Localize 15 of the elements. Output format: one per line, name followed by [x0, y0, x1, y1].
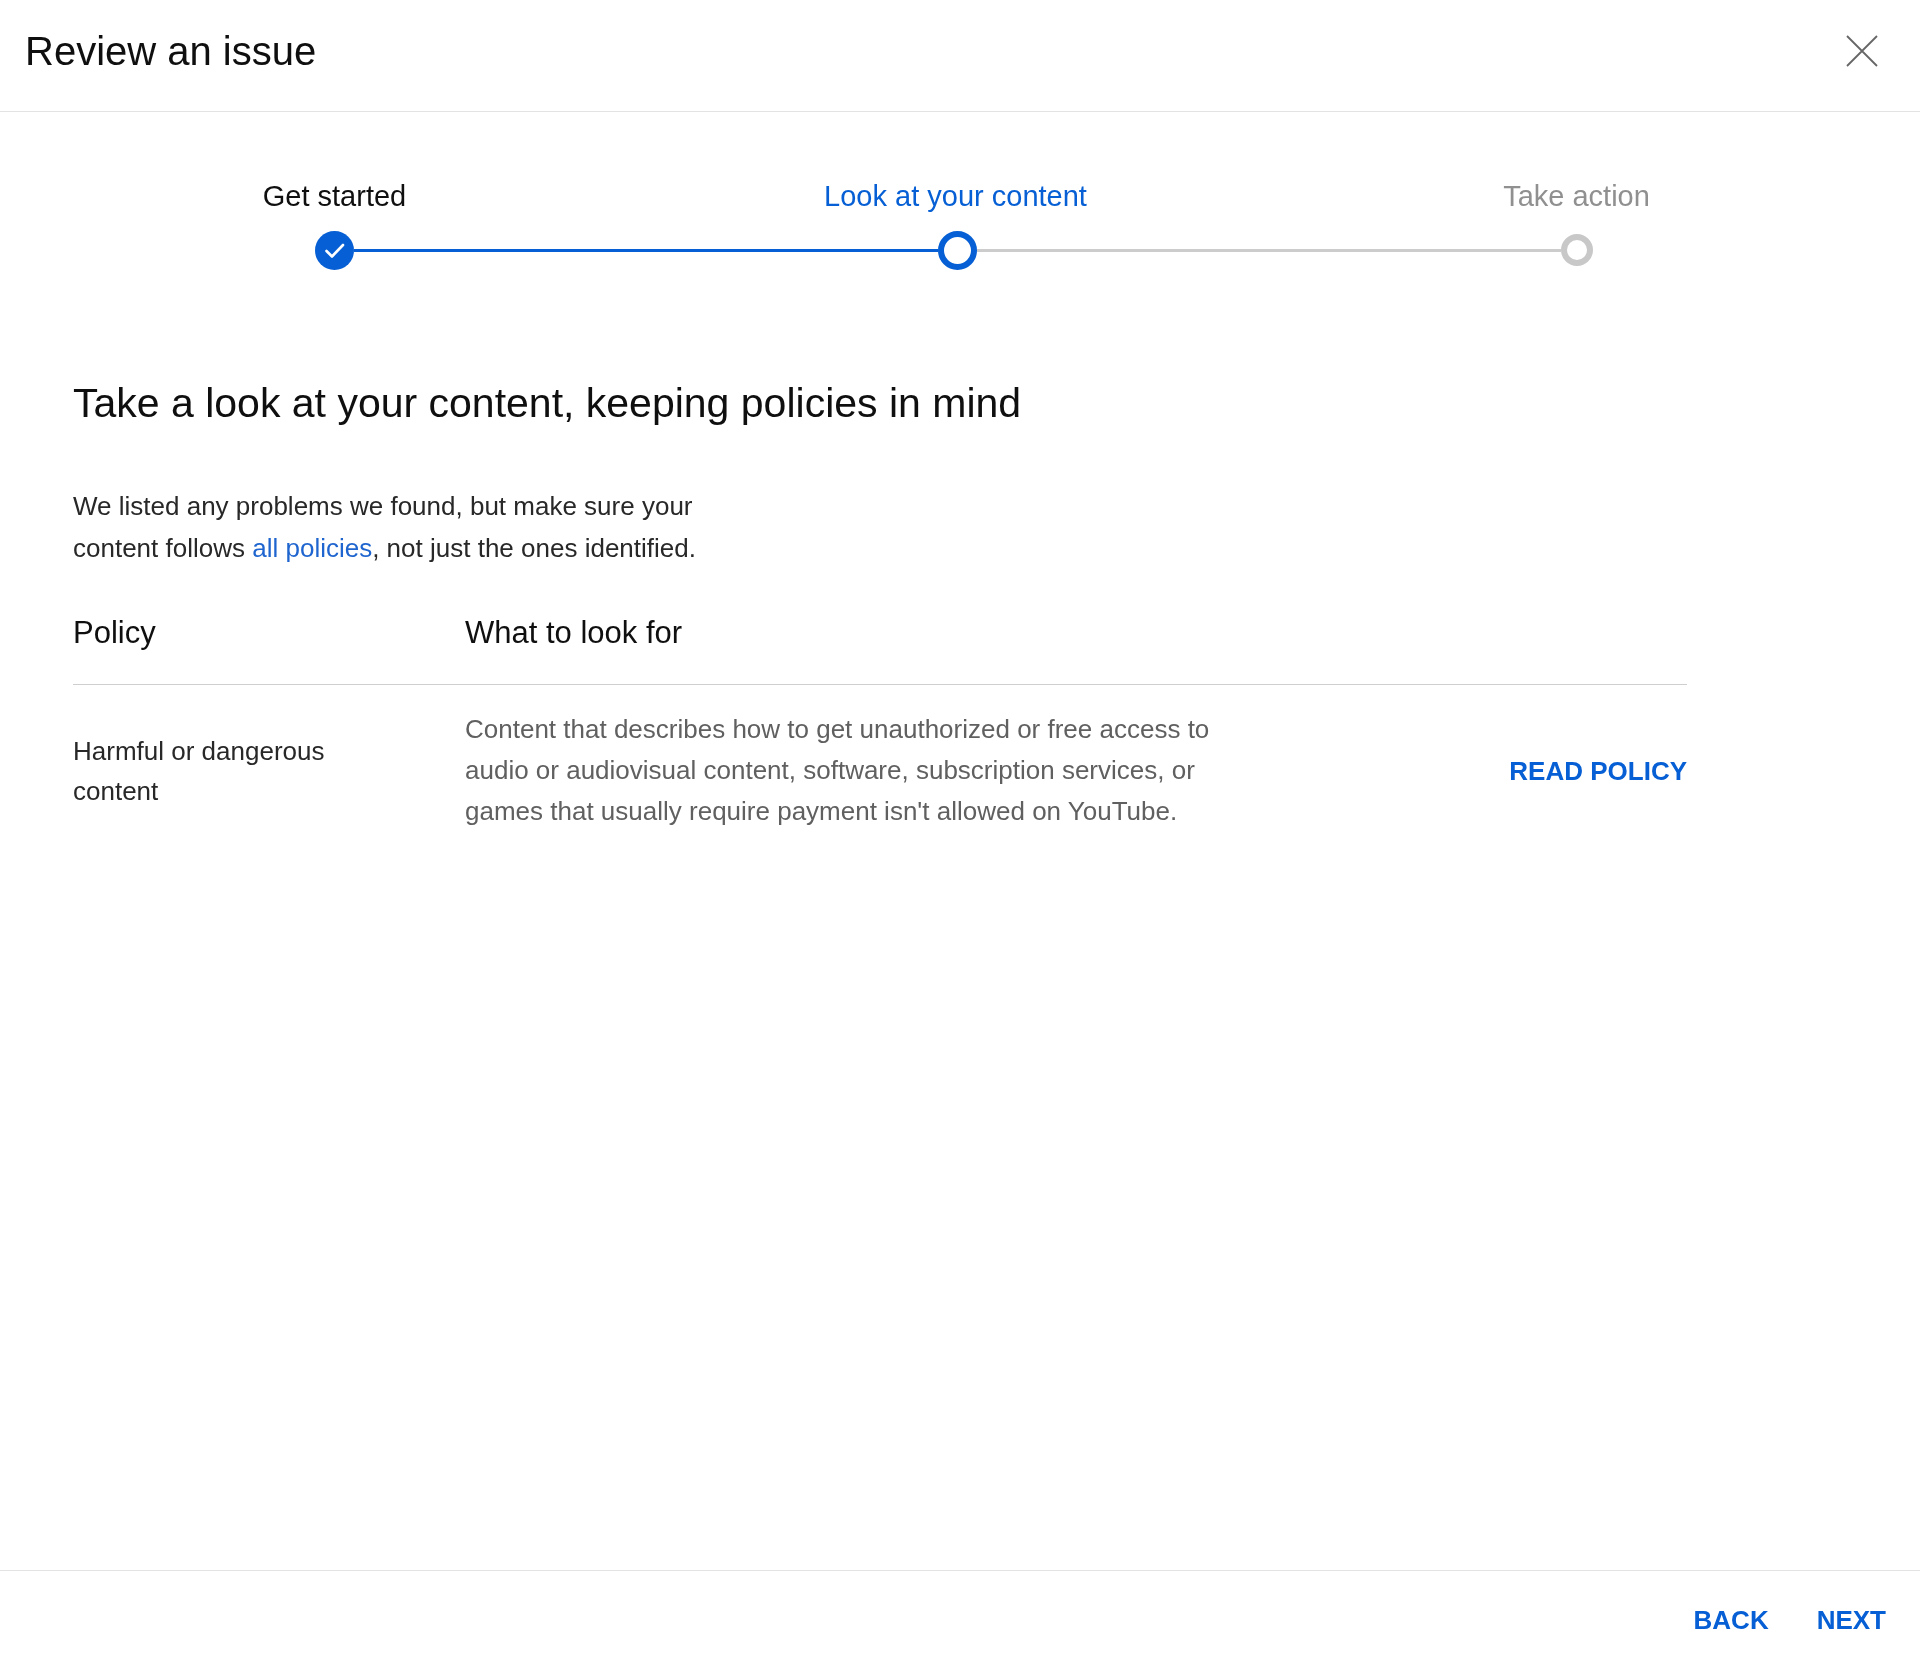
close-icon: [1846, 34, 1878, 67]
all-policies-link[interactable]: all policies: [252, 533, 373, 563]
footer-button[interactable]: BACK: [1681, 1597, 1781, 1643]
column-header: Policy: [73, 614, 156, 652]
section-heading: Take a look at your content, keeping policies in mind: [73, 379, 1023, 427]
step-label: Look at your content: [824, 180, 1087, 212]
footer-button[interactable]: NEXT: [1804, 1597, 1898, 1643]
intro-paragraph: We listed any problems we found, but make sure your content follows all policies, not just the ones identified.: [73, 490, 697, 565]
read-policy-button[interactable]: READ POLICY: [1509, 754, 1687, 787]
dialog-title: Review an issue: [25, 27, 317, 75]
step-label: Get started: [262, 180, 407, 212]
column-header: What to look for: [465, 614, 683, 652]
description-cell-text: Content that describes how to get unauthorized or free access to audio or audiovisual content, software, subscription services, or games that usually require payment isn't allowed on YouTube.: [465, 713, 1211, 828]
step-label: Take action: [1503, 180, 1650, 212]
policy-cell-text: Harmful or dangerous content: [73, 734, 326, 808]
